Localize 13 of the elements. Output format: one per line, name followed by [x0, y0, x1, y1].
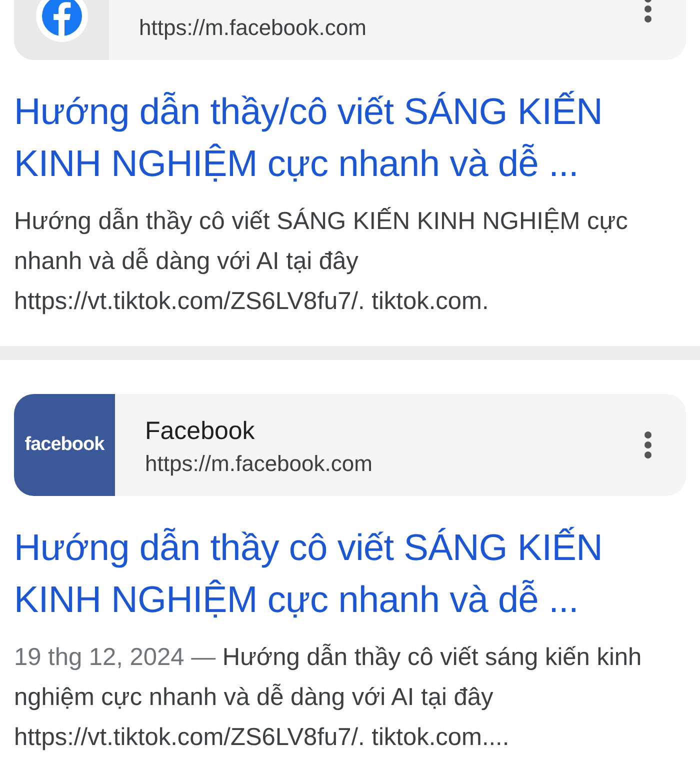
more-options-icon[interactable]: [644, 431, 652, 459]
site-url: https://m.facebook.com: [139, 14, 368, 42]
result-title-link[interactable]: Hướng dẫn thầy/cô viết SÁNG KIẾN KINH NGHIỆM cực nhanh và dễ ...: [14, 86, 686, 190]
site-name: Facebook: [145, 416, 256, 447]
facebook-icon: [36, 0, 88, 42]
result-title-link[interactable]: Hướng dẫn thầy cô viết SÁNG KIẾN KINH NGHIỆM cực nhanh và dễ ...: [14, 522, 686, 626]
site-url: https://m.facebook.com: [145, 450, 374, 478]
facebook-logo: facebook: [14, 394, 115, 496]
more-options-icon[interactable]: [644, 0, 652, 23]
source-card[interactable]: facebook Facebook https://m.facebook.com: [14, 394, 686, 496]
source-card[interactable]: https://m.facebook.com: [14, 0, 686, 60]
result-snippet: 19 thg 12, 2024 — Hướng dẫn thầy cô viết sáng kiến kinh nghiệm cực nhanh và dễ dàng với AI tại đây https://vt.tiktok.com/ZS6LV8fu7/. tiktok.com....: [14, 642, 643, 753]
result-snippet: Hướng dẫn thầy cô viết SÁNG KIẾN KINH NGHIỆM cực nhanh và dễ dàng với AI tại đây https://vt.tiktok.com/ZS6LV8fu7/. tiktok.com.: [14, 206, 629, 317]
